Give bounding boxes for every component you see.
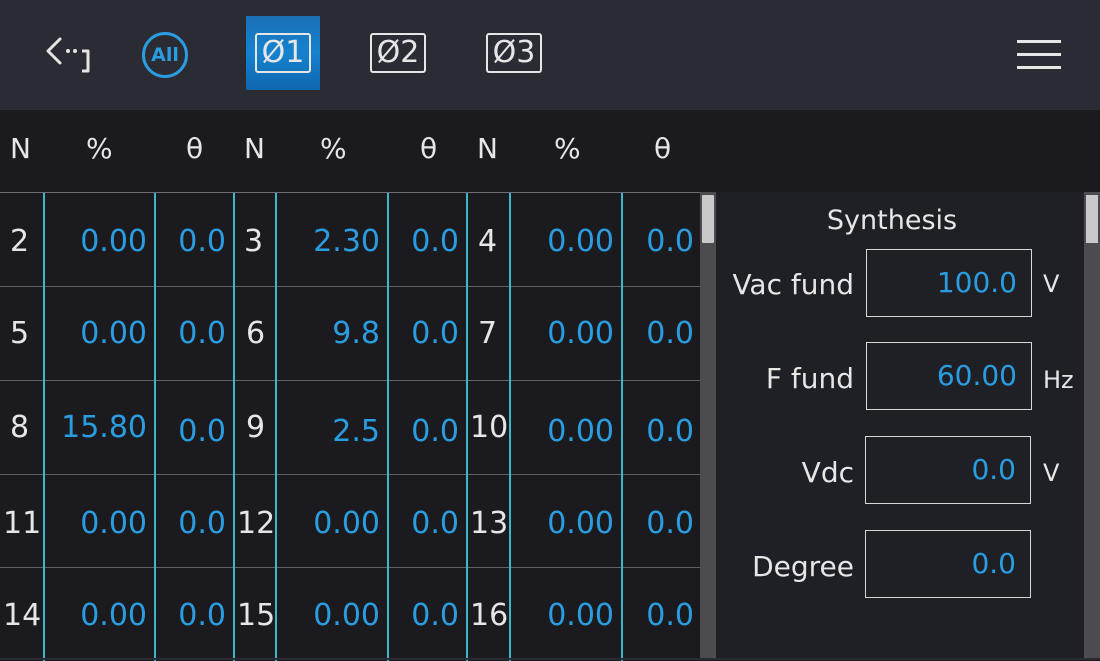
tab-phase-3[interactable]: Ø3	[477, 16, 551, 90]
phase-1-label: Ø1	[255, 33, 311, 73]
harmonic-number: 16	[470, 598, 509, 633]
header-n-3: N	[477, 132, 498, 165]
harmonic-number: 6	[246, 316, 266, 351]
harmonic-phase[interactable]: 0.0	[646, 417, 694, 447]
harmonic-percent[interactable]: 9.8	[332, 319, 380, 349]
all-phases-button[interactable]: All	[138, 0, 192, 110]
harmonic-number: 8	[10, 410, 30, 445]
harmonic-number: 7	[478, 316, 498, 351]
harmonics-screen: All Ø1 Ø2 Ø3 N % θ N % θ N % θ 2 0.00 0.…	[0, 0, 1100, 661]
harmonic-number: 12	[237, 506, 276, 541]
header-pct-2: %	[320, 132, 347, 165]
back-button[interactable]	[38, 0, 102, 110]
harmonic-phase[interactable]: 0.0	[411, 601, 459, 631]
vac-fund-field[interactable]: 100.0	[866, 249, 1032, 317]
harmonic-percent[interactable]: 0.00	[547, 417, 614, 447]
harmonic-percent[interactable]: 0.00	[313, 601, 380, 631]
synthesis-title: Synthesis	[826, 205, 958, 236]
harmonic-percent[interactable]: 0.00	[547, 509, 614, 539]
harmonic-percent[interactable]: 0.00	[313, 509, 380, 539]
harmonic-number: 14	[3, 598, 42, 633]
harmonic-percent[interactable]: 2.5	[332, 417, 380, 447]
header-pct-3: %	[554, 132, 581, 165]
harmonic-number: 15	[237, 598, 276, 633]
harmonic-number: 9	[246, 410, 266, 445]
tab-phase-2[interactable]: Ø2	[361, 16, 435, 90]
harmonic-phase[interactable]: 0.0	[646, 509, 694, 539]
header-pct-1: %	[86, 132, 113, 165]
panel-scrollbar[interactable]	[1084, 192, 1100, 660]
column-header-row	[0, 110, 1100, 192]
panel-scrollbar-thumb[interactable]	[1086, 195, 1098, 243]
harmonic-phase[interactable]: 0.0	[178, 509, 226, 539]
header-n-1: N	[10, 132, 31, 165]
degree-field[interactable]: 0.0	[865, 530, 1031, 598]
harmonic-number: 11	[3, 506, 42, 541]
harmonic-phase[interactable]: 0.0	[646, 319, 694, 349]
phase-3-label: Ø3	[486, 33, 542, 73]
f-fund-unit: Hz	[1043, 366, 1074, 394]
toolbar: All Ø1 Ø2 Ø3	[0, 0, 1100, 110]
harmonic-phase[interactable]: 0.0	[178, 601, 226, 631]
harmonic-phase[interactable]: 0.0	[178, 319, 226, 349]
f-fund-field[interactable]: 60.00	[866, 342, 1032, 410]
harmonic-percent[interactable]: 0.00	[80, 601, 147, 631]
harmonic-number: 10	[470, 410, 509, 445]
header-n-2: N	[244, 132, 265, 165]
tab-phase-1[interactable]: Ø1	[246, 16, 320, 90]
vdc-label: Vdc	[801, 456, 854, 489]
table-scrollbar[interactable]	[700, 192, 716, 660]
harmonic-percent[interactable]: 0.00	[547, 601, 614, 631]
harmonic-phase[interactable]: 0.0	[411, 509, 459, 539]
harmonic-phase[interactable]: 0.0	[411, 319, 459, 349]
harmonic-percent[interactable]: 0.00	[80, 319, 147, 349]
harmonic-number: 13	[470, 506, 509, 541]
harmonic-percent[interactable]: 15.80	[61, 413, 147, 443]
harmonic-phase[interactable]: 0.0	[646, 601, 694, 631]
menu-button[interactable]	[1012, 0, 1066, 110]
all-phases-label: All	[142, 32, 188, 78]
phase-2-label: Ø2	[370, 33, 426, 73]
degree-label: Degree	[752, 550, 854, 583]
f-fund-label: F fund	[765, 362, 854, 395]
harmonic-phase[interactable]: 0.0	[178, 417, 226, 447]
harmonic-number: 5	[10, 316, 30, 351]
harmonic-phase[interactable]: 0.0	[411, 417, 459, 447]
header-theta-2: θ	[420, 132, 438, 165]
vac-fund-label: Vac fund	[732, 268, 854, 301]
vac-fund-unit: V	[1043, 270, 1060, 298]
header-theta-1: θ	[186, 132, 204, 165]
back-arrow-icon	[46, 37, 90, 73]
harmonic-percent[interactable]: 0.00	[547, 319, 614, 349]
vdc-field[interactable]: 0.0	[865, 436, 1031, 504]
header-theta-3: θ	[654, 132, 672, 165]
harmonic-percent[interactable]: 0.00	[80, 509, 147, 539]
hamburger-menu-icon	[1017, 40, 1061, 69]
vdc-unit: V	[1043, 459, 1060, 487]
harmonics-table: 2 0.00 0.0 3 2.30 0.0 4 0.00 0.0 5 0.00 …	[0, 192, 700, 661]
